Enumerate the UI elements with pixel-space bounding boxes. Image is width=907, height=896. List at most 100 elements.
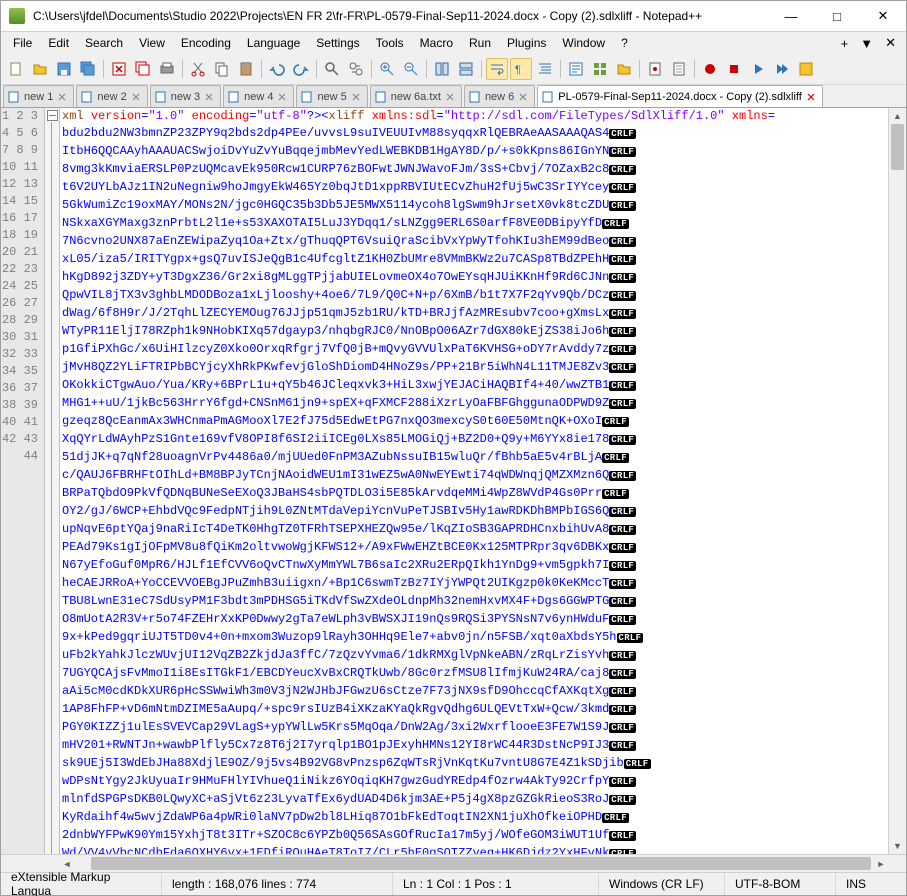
tab-doc-icon [228, 91, 240, 103]
tab-doc-icon [8, 91, 20, 103]
tab-0[interactable]: new 1 [3, 85, 74, 107]
vertical-scrollbar[interactable]: ▲ ▼ [888, 108, 906, 854]
tab-close-icon[interactable] [131, 92, 141, 102]
scroll-left-arrow[interactable]: ◄ [59, 859, 75, 869]
scroll-down-arrow[interactable]: ▼ [889, 838, 906, 854]
sync-v-icon[interactable] [431, 58, 453, 80]
zoom-out-icon[interactable] [400, 58, 422, 80]
menu-edit[interactable]: Edit [40, 34, 77, 52]
record-macro-icon[interactable] [699, 58, 721, 80]
sync-h-icon[interactable] [455, 58, 477, 80]
open-file-icon[interactable] [29, 58, 51, 80]
status-length: length : 168,076 lines : 774 [162, 873, 393, 895]
scroll-up-arrow[interactable]: ▲ [889, 108, 906, 124]
redo-icon[interactable] [290, 58, 312, 80]
fold-line [51, 122, 52, 854]
tab-close-icon[interactable] [518, 92, 528, 102]
new-file-icon[interactable] [5, 58, 27, 80]
menu-run[interactable]: Run [461, 34, 499, 52]
tab-6[interactable]: new 6 [464, 85, 535, 107]
doc-map-icon[interactable] [644, 58, 666, 80]
indent-guide-icon[interactable] [534, 58, 556, 80]
tab-doc-icon [375, 91, 387, 103]
tab-doc-icon [542, 91, 554, 103]
menu-plugins[interactable]: Plugins [499, 34, 554, 52]
scroll-right-arrow[interactable]: ► [873, 859, 889, 869]
status-encoding[interactable]: UTF-8-BOM [725, 873, 836, 895]
code-area[interactable]: xml version="1.0" encoding="utf-8"?><xli… [60, 108, 888, 854]
close-all-icon[interactable] [132, 58, 154, 80]
menu-x[interactable]: ✕ [879, 33, 902, 53]
status-eol[interactable]: Windows (CR LF) [599, 873, 725, 895]
folder-view-icon[interactable] [613, 58, 635, 80]
scroll-thumb-v[interactable] [891, 124, 904, 170]
menu-file[interactable]: File [5, 34, 40, 52]
window-title: C:\Users\jfdel\Documents\Studio 2022\Pro… [33, 9, 768, 23]
tab-close-icon[interactable] [57, 92, 67, 102]
cut-icon[interactable] [187, 58, 209, 80]
save-icon[interactable] [53, 58, 75, 80]
tab-label: new 6a.txt [391, 91, 441, 103]
window-buttons: — □ ✕ [768, 1, 906, 31]
replace-icon[interactable] [345, 58, 367, 80]
minimize-button[interactable]: — [768, 1, 814, 31]
function-list-icon[interactable] [589, 58, 611, 80]
menu-language[interactable]: Language [239, 34, 308, 52]
tab-7[interactable]: PL-0579-Final-Sep11-2024.docx - Copy (2)… [537, 85, 823, 107]
lang-format-icon[interactable] [565, 58, 587, 80]
tab-5[interactable]: new 6a.txt [370, 85, 462, 107]
tab-3[interactable]: new 4 [223, 85, 294, 107]
tab-label: new 1 [24, 91, 53, 103]
close-file-icon[interactable] [108, 58, 130, 80]
menu-macro[interactable]: Macro [412, 34, 461, 52]
statusbar: eXtensible Markup Langua length : 168,07… [1, 872, 906, 895]
menu-search[interactable]: Search [77, 34, 131, 52]
tab-label: new 4 [244, 91, 273, 103]
play-multi-icon[interactable] [771, 58, 793, 80]
copy-icon[interactable] [211, 58, 233, 80]
stop-macro-icon[interactable] [723, 58, 745, 80]
editor-area: 1 2 3 4 5 6 7 8 9 10 11 12 13 14 15 16 1… [1, 108, 906, 854]
menu-window[interactable]: Window [554, 34, 613, 52]
tab-label: new 3 [171, 91, 200, 103]
menu-help[interactable]: ? [613, 34, 636, 52]
save-macro-icon[interactable] [795, 58, 817, 80]
menu-encoding[interactable]: Encoding [173, 34, 239, 52]
doc-list-icon[interactable] [668, 58, 690, 80]
tab-close-icon[interactable] [277, 92, 287, 102]
zoom-in-icon[interactable] [376, 58, 398, 80]
tab-close-icon[interactable] [204, 92, 214, 102]
fold-margin[interactable] [45, 108, 60, 854]
tab-close-icon[interactable] [351, 92, 361, 102]
save-all-icon[interactable] [77, 58, 99, 80]
menu-settings[interactable]: Settings [308, 34, 367, 52]
scroll-thumb-h[interactable] [91, 857, 871, 870]
menu-tools[interactable]: Tools [368, 34, 412, 52]
tab-doc-icon [155, 91, 167, 103]
horizontal-scrollbar[interactable]: ◄ ► [1, 854, 906, 872]
show-all-chars-icon[interactable]: ¶ [510, 58, 532, 80]
tab-4[interactable]: new 5 [296, 85, 367, 107]
menu-view[interactable]: View [131, 34, 173, 52]
tab-label: new 2 [97, 91, 126, 103]
menu-plus[interactable]: + [835, 34, 855, 53]
status-insert-mode[interactable]: INS [836, 873, 906, 895]
play-macro-icon[interactable] [747, 58, 769, 80]
wordwrap-icon[interactable] [486, 58, 508, 80]
tab-1[interactable]: new 2 [76, 85, 147, 107]
tab-close-icon[interactable] [806, 92, 816, 102]
find-icon[interactable] [321, 58, 343, 80]
tab-doc-icon [301, 91, 313, 103]
fold-minus-icon[interactable] [47, 110, 58, 121]
tab-label: new 6 [485, 91, 514, 103]
maximize-button[interactable]: □ [814, 1, 860, 31]
print-icon[interactable] [156, 58, 178, 80]
menu-down[interactable]: ▼ [854, 34, 879, 53]
titlebar: C:\Users\jfdel\Documents\Studio 2022\Pro… [1, 1, 906, 32]
tab-2[interactable]: new 3 [150, 85, 221, 107]
paste-icon[interactable] [235, 58, 257, 80]
close-button[interactable]: ✕ [860, 1, 906, 31]
tab-doc-icon [469, 91, 481, 103]
undo-icon[interactable] [266, 58, 288, 80]
tab-close-icon[interactable] [445, 92, 455, 102]
